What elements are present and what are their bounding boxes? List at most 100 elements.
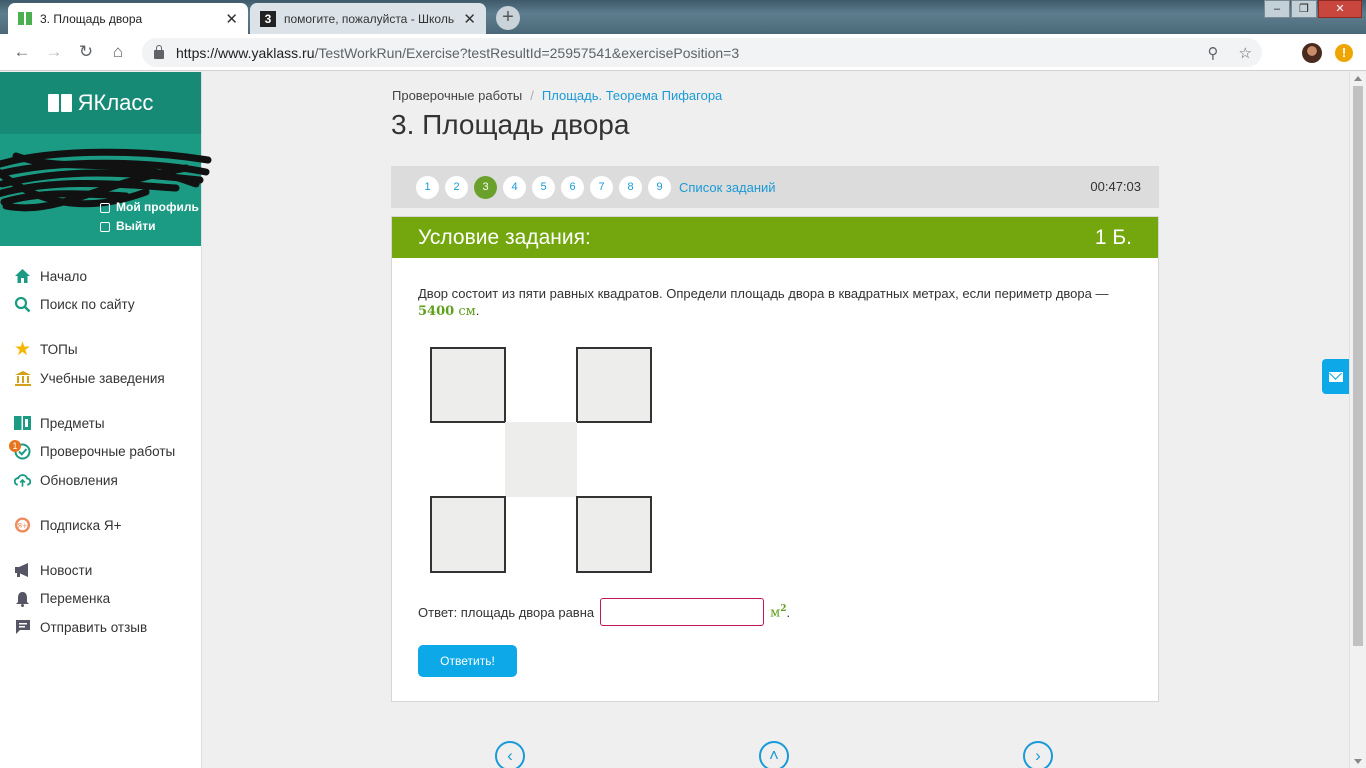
bookmark-star-icon[interactable]: ☆ [1239, 44, 1252, 62]
task-list-link[interactable]: Список заданий [679, 180, 776, 195]
bell-icon [14, 590, 31, 607]
sidebar-item-news[interactable]: Новости [0, 556, 201, 585]
window-controls: – ❐ ✕ [1263, 0, 1362, 18]
minimize-button[interactable]: – [1264, 0, 1290, 18]
scroll-up-arrow[interactable] [1354, 76, 1362, 81]
exercise-number-6[interactable]: 6 [561, 175, 584, 199]
submit-answer-button[interactable]: Ответить! [418, 645, 517, 677]
sidebar-item-label: Учебные заведения [40, 370, 165, 386]
megaphone-icon [14, 562, 31, 579]
scroll-down-arrow[interactable] [1354, 759, 1362, 764]
sidebar-item-updates[interactable]: Обновления [0, 466, 201, 495]
exercise-number-4[interactable]: 4 [503, 175, 526, 199]
problem-text: Двор состоит из пяти равных квадратов. О… [418, 286, 1109, 319]
browser-tab-inactive[interactable]: 3 помогите, пожалуйста - Школьн ✕ [250, 3, 486, 34]
sidebar-item-label: Предметы [40, 415, 105, 431]
tab-close-icon[interactable]: ✕ [225, 10, 238, 28]
feedback-icon [14, 619, 31, 636]
maximize-button[interactable]: ❐ [1291, 0, 1317, 18]
perimeter-unit: см [458, 304, 476, 319]
perimeter-value: 5400 [418, 304, 455, 319]
my-profile-link[interactable]: Мой профиль [100, 198, 199, 217]
breadcrumb-current[interactable]: Площадь. Теорема Пифагора [542, 88, 722, 103]
sidebar-item-subjects[interactable]: Предметы [0, 409, 201, 438]
sidebar-item-label: Обновления [40, 472, 118, 488]
url-text: https://www.yaklass.ru/TestWorkRun/Exerc… [176, 44, 740, 61]
scroll-thumb[interactable] [1353, 86, 1363, 646]
square-top-right [576, 347, 652, 423]
sidebar-item-label: Отправить отзыв [40, 619, 148, 635]
next-exercise-icon[interactable]: › [1023, 741, 1053, 768]
exercise-number-7[interactable]: 7 [590, 175, 613, 199]
answer-row: Ответ: площадь двора равна м2. [418, 598, 790, 626]
page-scrollbar[interactable] [1349, 72, 1366, 768]
profile-icon [100, 202, 110, 213]
sidebar-item-subscription[interactable]: Я+ Подписка Я+ [0, 511, 201, 540]
sidebar-item-label: Новости [40, 562, 93, 578]
scroll-up-icon[interactable]: ˄ [759, 741, 789, 768]
zoom-icon[interactable]: ⚲ [1208, 44, 1219, 62]
svg-text:Я+: Я+ [17, 522, 27, 530]
sidebar-item-home[interactable]: Начало [0, 262, 201, 291]
browser-tab-active[interactable]: 3. Площадь двора ✕ [8, 3, 248, 34]
update-alert-icon[interactable]: ! [1335, 44, 1353, 62]
sidebar-item-feedback[interactable]: Отправить отзыв [0, 613, 201, 642]
institution-icon [14, 370, 31, 387]
task-header: Условие задания: 1 Б. [392, 217, 1158, 258]
sidebar-item-label: ТОПы [40, 342, 78, 358]
exercise-pager: 1 2 3 4 5 6 7 8 9 Список заданий 00:47:0… [391, 166, 1159, 208]
cloud-icon [14, 472, 31, 489]
logo[interactable]: ЯКласс [0, 72, 201, 134]
yard-figure [430, 347, 652, 573]
square-bottom-right [576, 496, 652, 573]
sidebar: ЯКласс Мой профиль Выйти Начало Поиск по… [0, 72, 212, 768]
task-card: Условие задания: 1 Б. Двор состоит из пя… [391, 216, 1159, 702]
exercise-number-9[interactable]: 9 [648, 175, 671, 199]
exercise-number-8[interactable]: 8 [619, 175, 642, 199]
sidebar-item-tops[interactable]: ★ ТОПы [0, 336, 201, 365]
sidebar-item-label: Поиск по сайту [40, 297, 135, 313]
back-arrow-icon[interactable]: ← [6, 42, 38, 62]
sidebar-item-search[interactable]: Поиск по сайту [0, 291, 201, 320]
home-icon [14, 268, 31, 285]
reload-icon[interactable]: ↻ [70, 42, 102, 62]
sidebar-item-institutions[interactable]: Учебные заведения [0, 364, 201, 393]
address-toolbar: ← → ↻ ⌂ https://www.yaklass.ru/TestWorkR… [0, 34, 1366, 71]
tab-title: 3. Площадь двора [40, 11, 143, 26]
search-icon [14, 296, 31, 313]
omnibox[interactable]: https://www.yaklass.ru/TestWorkRun/Exerc… [142, 38, 1262, 67]
new-tab-button[interactable]: + [496, 6, 520, 30]
subscription-icon: Я+ [14, 517, 31, 534]
answer-input[interactable] [600, 598, 765, 626]
logout-link[interactable]: Выйти [100, 217, 199, 236]
star-icon: ★ [13, 339, 32, 361]
page-title: 3. Площадь двора [391, 109, 630, 140]
lock-icon [154, 45, 164, 59]
profile-avatar[interactable] [1302, 43, 1322, 63]
sidebar-item-break[interactable]: Переменка [0, 585, 201, 614]
exercise-number-1[interactable]: 1 [416, 175, 439, 199]
previous-exercise-icon[interactable]: ‹ [495, 741, 525, 768]
book-icon [14, 415, 31, 432]
tab-title: помогите, пожалуйста - Школьн [284, 11, 456, 26]
home-icon[interactable]: ⌂ [102, 42, 134, 62]
square-top-left [430, 347, 506, 423]
logout-icon [100, 221, 110, 232]
sidebar-item-label: Переменка [40, 591, 111, 607]
tab-close-icon[interactable]: ✕ [463, 10, 476, 28]
forward-arrow-icon[interactable]: → [38, 42, 70, 62]
feedback-mail-button[interactable] [1322, 359, 1349, 394]
browser-tab-strip: 3. Площадь двора ✕ 3 помогите, пожалуйст… [0, 0, 1366, 34]
task-header-title: Условие задания: [418, 225, 591, 249]
exercise-number-2[interactable]: 2 [445, 175, 468, 199]
breadcrumb-root[interactable]: Проверочные работы [392, 88, 522, 103]
answer-unit: м2 [770, 603, 787, 621]
sidebar-item-tests[interactable]: 1 Проверочные работы [0, 438, 201, 467]
sidebar-item-label: Подписка Я+ [40, 517, 122, 533]
sidebar-item-label: Начало [40, 268, 88, 284]
window-close-button[interactable]: ✕ [1318, 0, 1362, 18]
timer: 00:47:03 [1090, 179, 1141, 194]
exercise-number-5[interactable]: 5 [532, 175, 555, 199]
exercise-number-3-current[interactable]: 3 [474, 175, 497, 199]
notification-badge: 1 [9, 439, 21, 452]
